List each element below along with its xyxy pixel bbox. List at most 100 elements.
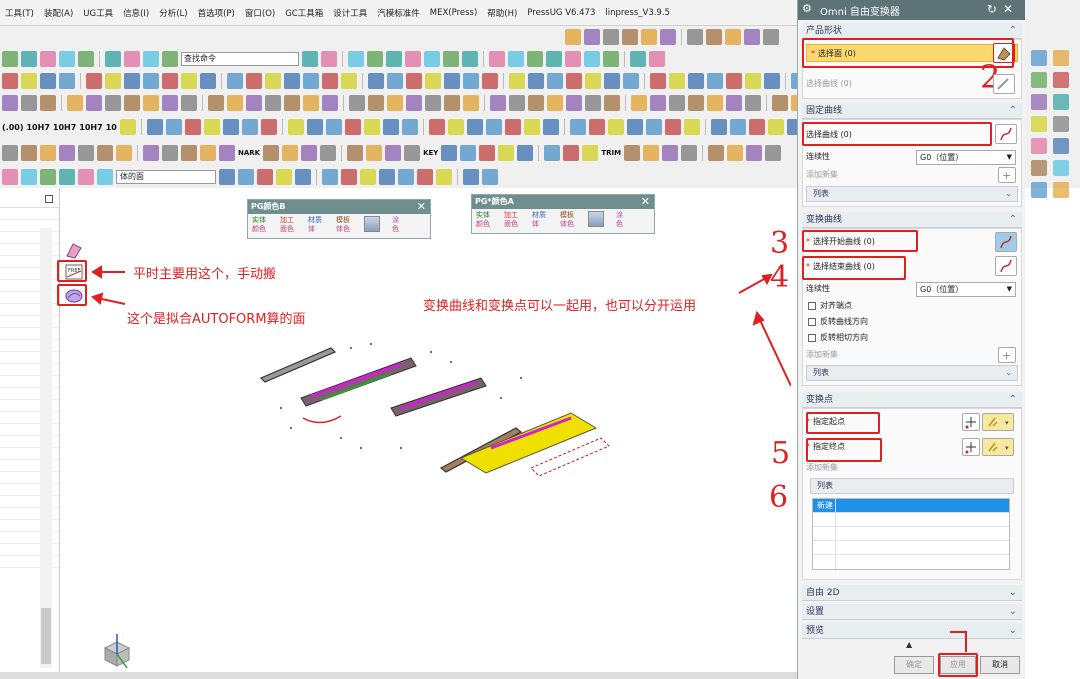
toolbar-tool-icon[interactable] xyxy=(436,169,452,185)
toolbar-tool-icon[interactable] xyxy=(584,51,600,67)
toolbar-tool-icon[interactable] xyxy=(40,73,56,89)
pg-color-tool[interactable]: 模板 体色 xyxy=(560,211,582,229)
toolbar-tool-icon[interactable] xyxy=(208,95,224,111)
menu-item-10[interactable]: MEX(Press) xyxy=(425,8,483,18)
toolbar-tool-icon[interactable] xyxy=(105,95,121,111)
toolbar-tool-icon[interactable] xyxy=(404,145,421,161)
toolbar-tool-icon[interactable] xyxy=(509,95,525,111)
toolbar-tool-icon[interactable] xyxy=(263,145,280,161)
toolbar-tool-icon[interactable] xyxy=(746,145,763,161)
toolbar-tool-icon[interactable] xyxy=(650,95,666,111)
pg-color-tool[interactable]: 加工 面色 xyxy=(280,216,302,234)
toolbar-tool-icon[interactable] xyxy=(1053,116,1069,132)
toolbar-tool-icon[interactable] xyxy=(1053,50,1069,66)
cancel-button[interactable]: 取消 xyxy=(980,656,1020,674)
toolbar-tool-icon[interactable] xyxy=(386,51,402,67)
toolbar-tool-icon[interactable] xyxy=(67,95,83,111)
toolbar-tool-icon[interactable] xyxy=(444,95,460,111)
checkbox-box[interactable] xyxy=(808,301,816,310)
chevron-up-icon[interactable]: ⌃ xyxy=(1009,103,1017,119)
toolbar-tool-icon[interactable] xyxy=(379,169,395,185)
chevron-up-icon[interactable]: ⌃ xyxy=(1009,23,1017,39)
curve-select-icon[interactable] xyxy=(995,256,1017,276)
toolbar-tool-icon[interactable] xyxy=(124,95,140,111)
toolbar-tool-icon[interactable] xyxy=(1031,72,1047,88)
menu-item-6[interactable]: 窗口(O) xyxy=(240,7,280,19)
toolbar-tool-icon[interactable] xyxy=(398,169,414,185)
toolbar-tool-icon[interactable] xyxy=(59,73,75,89)
fixed-add-new-set[interactable]: 添加新集 xyxy=(806,166,1018,184)
toolbar-tool-icon[interactable] xyxy=(162,51,178,67)
section-fixed-curve[interactable]: 固定曲线 ⌃ xyxy=(802,103,1022,119)
toolbar-tool-icon[interactable] xyxy=(222,119,239,135)
toolbar-tool-icon[interactable] xyxy=(662,145,679,161)
toolbar-tool-icon[interactable] xyxy=(763,29,779,45)
toolbar-tool-icon[interactable] xyxy=(368,73,384,89)
toolbar-tool-icon[interactable] xyxy=(744,29,760,45)
toolbar-tool-icon[interactable] xyxy=(59,145,75,161)
section-product-shape[interactable]: 产品形状 ⌃ xyxy=(802,23,1022,39)
toolbar-tool-icon[interactable] xyxy=(1031,182,1047,198)
toolbar-tool-icon[interactable] xyxy=(417,169,433,185)
toolbar-tool-icon[interactable] xyxy=(563,145,580,161)
toolbar-tool-icon[interactable] xyxy=(146,119,163,135)
toolbar-tool-icon[interactable] xyxy=(688,73,704,89)
toolbar-tool-icon[interactable] xyxy=(565,29,581,45)
toolbar-tool-icon[interactable] xyxy=(1053,160,1069,176)
gear-icon[interactable]: ⚙ xyxy=(802,2,812,15)
select-curve-product[interactable]: 选择曲线 (0) xyxy=(806,75,1018,93)
toolbar-tool-icon[interactable] xyxy=(246,73,262,89)
reverse-curve-direction-checkbox[interactable]: 反转曲线方向 xyxy=(808,316,868,328)
toolbar-tool-icon[interactable] xyxy=(603,51,619,67)
toolbar-tool-icon[interactable] xyxy=(727,145,744,161)
toolbar-tool-icon[interactable] xyxy=(86,95,102,111)
toolbar-tool-icon[interactable] xyxy=(585,73,601,89)
toolbar-tool-icon[interactable] xyxy=(482,169,498,185)
menu-item-3[interactable]: 信息(I) xyxy=(118,7,154,19)
toolbar-tool-icon[interactable] xyxy=(1053,182,1069,198)
toolbar-tool-icon[interactable] xyxy=(40,145,56,161)
toolbar-tool-icon[interactable] xyxy=(78,169,94,185)
toolbar-tool-icon[interactable] xyxy=(382,119,399,135)
toolbar-tool-icon[interactable] xyxy=(641,29,657,45)
fixed-list-toggle[interactable]: 列表 ⌄ xyxy=(806,186,1018,202)
align-endpoints-checkbox[interactable]: 对齐端点 xyxy=(808,300,852,312)
toolbar-tool-icon[interactable] xyxy=(588,119,605,135)
toolbar-tool-icon[interactable] xyxy=(203,119,220,135)
toolbar-tool-icon[interactable] xyxy=(181,73,197,89)
toolbar-tool-icon[interactable] xyxy=(748,119,765,135)
point-add-new-set[interactable]: 添加新集 xyxy=(806,459,1018,477)
toolbar-tool-icon[interactable] xyxy=(708,145,725,161)
toolbar-tool-icon[interactable] xyxy=(105,73,121,89)
toolbar-tool-icon[interactable] xyxy=(124,51,140,67)
toolbar-tool-icon[interactable] xyxy=(528,95,544,111)
chevron-down-icon[interactable]: ⌄ xyxy=(1009,623,1017,639)
toolbar-tool-icon[interactable] xyxy=(786,119,797,135)
curve-tool-icon[interactable] xyxy=(63,240,85,260)
toolbar-tool-icon[interactable] xyxy=(764,73,780,89)
toolbar-tool-icon[interactable] xyxy=(162,145,178,161)
close-icon[interactable]: ✕ xyxy=(417,200,426,214)
toolbar-tool-icon[interactable] xyxy=(463,169,479,185)
reverse-tangent-direction-checkbox[interactable]: 反转相切方向 xyxy=(808,332,868,344)
toolbar-tool-icon[interactable] xyxy=(219,145,235,161)
curve-select-icon[interactable] xyxy=(993,74,1015,94)
toolbar-tool-icon[interactable] xyxy=(460,145,477,161)
checkbox-box[interactable] xyxy=(808,317,816,326)
toolbar-tool-icon[interactable] xyxy=(669,95,685,111)
toolbar-tool-icon[interactable] xyxy=(687,29,703,45)
navigator-row[interactable] xyxy=(0,208,59,220)
toolbar-tool-icon[interactable] xyxy=(745,95,761,111)
toolbar-tool-icon[interactable] xyxy=(40,51,56,67)
toolbar-tool-icon[interactable] xyxy=(443,51,459,67)
toolbar-tool-icon[interactable] xyxy=(59,51,75,67)
section-preview[interactable]: 预览 ⌄ xyxy=(802,623,1022,639)
toolbar-tool-icon[interactable] xyxy=(509,73,525,89)
toolbar-tool-icon[interactable] xyxy=(1053,138,1069,154)
toolbar-tool-icon[interactable] xyxy=(341,169,357,185)
point-dialog-icon[interactable] xyxy=(962,413,980,431)
navigator-scrollbar[interactable] xyxy=(40,228,52,668)
toolbar-tool-icon[interactable] xyxy=(302,51,318,67)
pg-color-tool[interactable]: 加工 面色 xyxy=(504,211,526,229)
toolbar-tool-icon[interactable] xyxy=(162,73,178,89)
